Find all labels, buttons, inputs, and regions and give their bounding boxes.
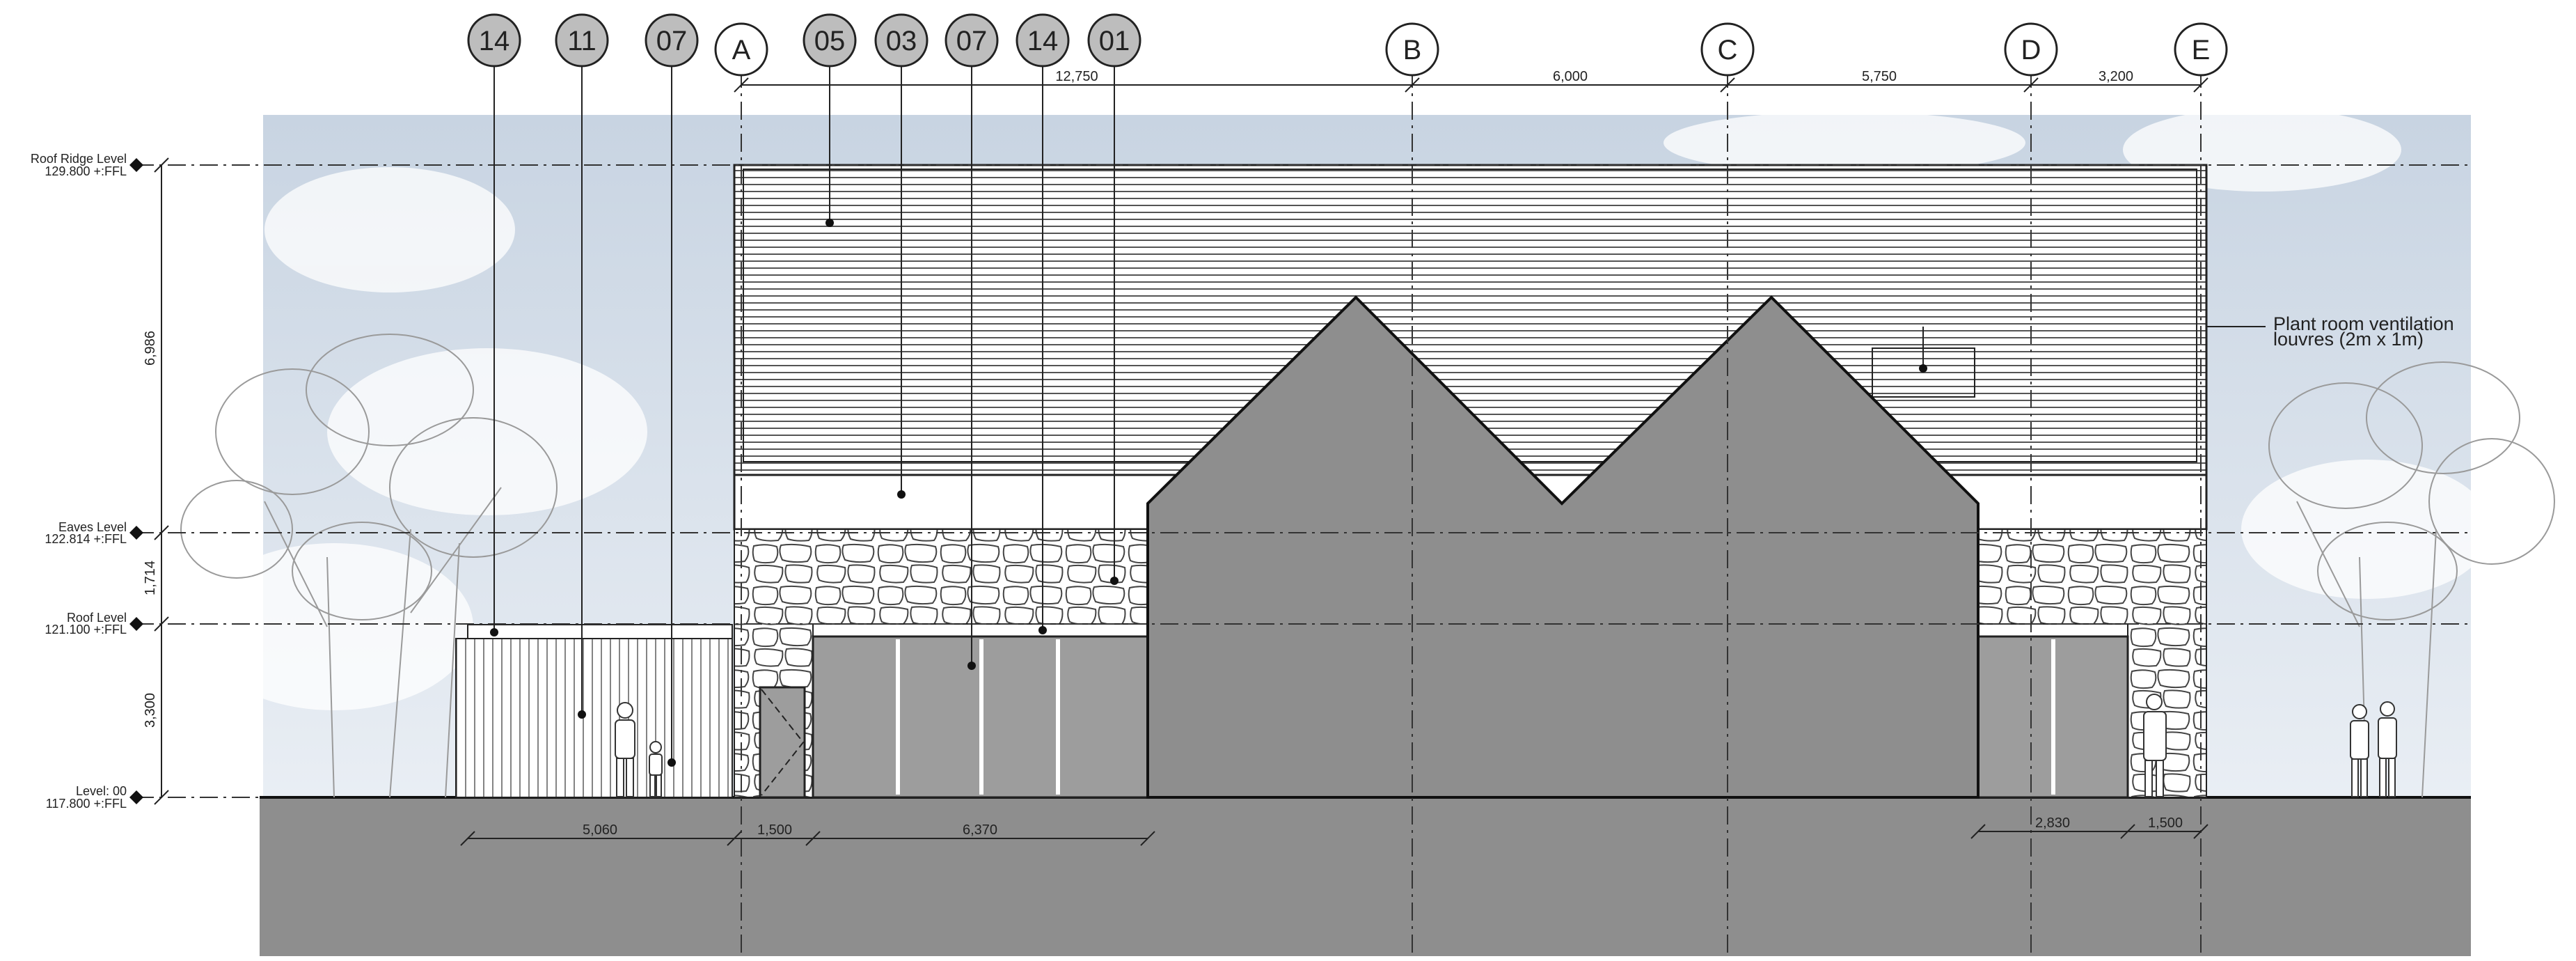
level-value-eaves: 122.814 +:FFL [45,532,127,546]
level-value-ground: 117.800 +:FFL [46,797,127,811]
bottom-dim-5: 1,500 [2148,815,2183,831]
canopy-left [812,623,1148,637]
annex-fascia [467,624,733,639]
tag-label-8: 01 [1099,26,1130,56]
tag-label-5: 03 [886,26,917,56]
tag-label-3: 07 [656,26,688,56]
bottom-dim-3: 6,370 [963,822,997,838]
vertical-dim-1: 6,986 [143,331,158,366]
ground-section [260,797,2471,956]
grid-bubbles [714,22,2228,77]
canopy-right [1977,623,2128,637]
grid-label-c: C [1718,35,1738,65]
bottom-dim-4: 2,830 [2035,815,2070,831]
elevation-drawing: Roof Ridge Level 129.800 +:FFL Eaves Lev… [31,13,2555,958]
level-label-roof-ridge: Roof Ridge Level [31,152,127,166]
annex-cladding [455,638,733,798]
tag-label-1: 14 [479,26,510,56]
grid-label-a: A [732,35,751,65]
top-dim-2: 6,000 [1553,69,1588,84]
tag-label-6: 07 [956,26,988,56]
level-markers [129,158,143,804]
grid-label-e: E [2192,35,2211,65]
top-dim-3: 5,750 [1862,69,1897,84]
annotation-line-2: louvres (2m x 1m) [2273,329,2424,350]
tag-label-2: 11 [567,26,596,56]
tag-label-7: 14 [1027,26,1059,56]
vertical-dim-3: 3,300 [143,693,158,728]
top-dimension-line [734,77,2208,93]
level-label-ground: Level: 00 [76,784,127,798]
bottom-dim-2: 1,500 [757,822,792,838]
top-dim-1: 12,750 [1055,69,1098,84]
entrance-door [759,686,806,799]
level-value-roof-ridge: 129.800 +:FFL [45,164,127,178]
level-value-roof: 121.100 +:FFL [45,623,127,636]
top-dim-4: 3,200 [2099,69,2133,84]
grid-label-b: B [1403,35,1422,65]
bottom-dim-1: 5,060 [583,822,617,838]
tag-label-4: 05 [814,26,846,56]
grid-label-d: D [2021,35,2041,65]
vertical-dim-2: 1,714 [143,561,158,595]
